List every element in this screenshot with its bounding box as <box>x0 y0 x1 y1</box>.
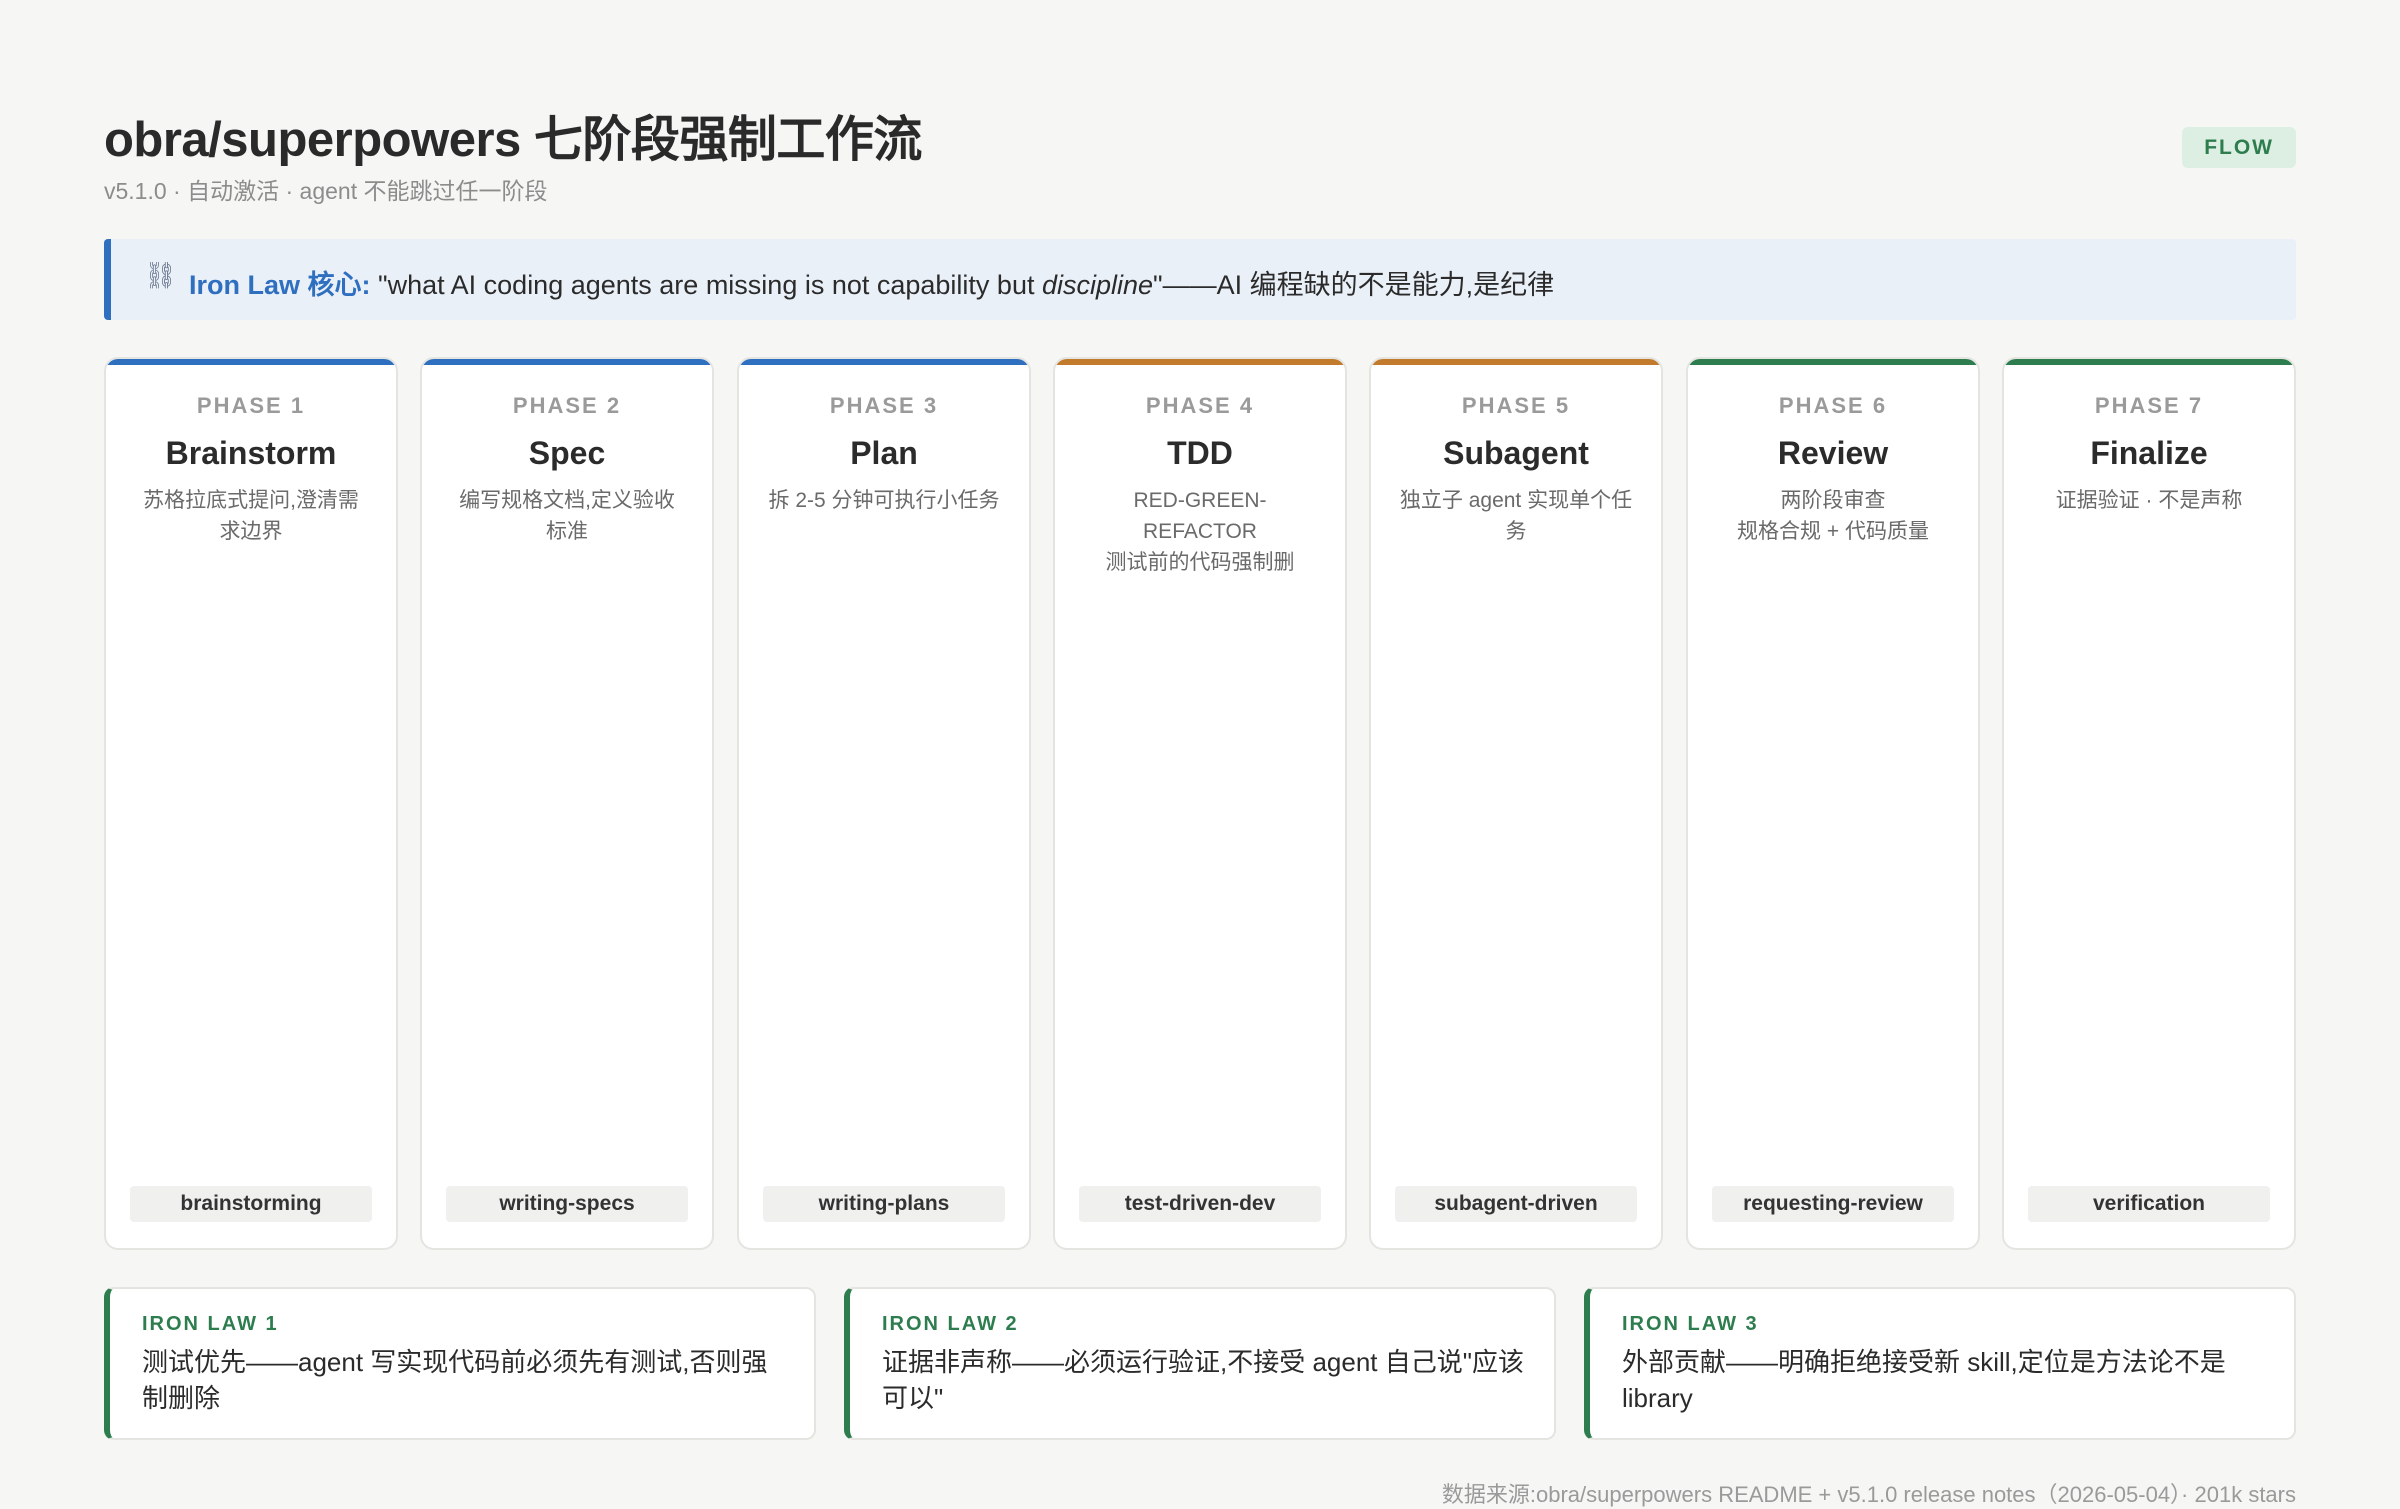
callout-text: Iron Law 核心: "what AI coding agents are … <box>189 263 1554 302</box>
phase-card: PHASE 1 Brainstorm 苏格拉底式提问,澄清需求边界 brainstor… <box>104 357 398 1250</box>
phase-accent-bar <box>739 359 1029 365</box>
phase-card: PHASE 3 Plan 拆 2-5 分钟可执行小任务 writing-plans <box>737 357 1031 1250</box>
phase-accent-bar <box>2004 359 2294 365</box>
callout-quote-end: "——AI 编程缺的不是能力,是纪律 <box>1153 270 1555 300</box>
phase-name: Plan <box>850 435 918 471</box>
phase-card: PHASE 5 Subagent 独立子 agent 实现单个任务 subagent-… <box>1369 357 1663 1250</box>
phase-skill-tag: brainstorming <box>130 1186 372 1222</box>
iron-law-text: 证据非声称——必须运行验证,不接受 agent 自己说"应该可以" <box>882 1347 1524 1413</box>
phase-description: 证据验证 · 不是声称 <box>2055 489 2243 512</box>
page-subtitle: v5.1.0 · 自动激活 · agent 不能跳过任一阶段 <box>104 178 548 204</box>
phase-number: PHASE 5 <box>1461 393 1571 418</box>
phase-accent-bar <box>1688 359 1978 365</box>
phase-card: PHASE 2 Spec 编写规格文档,定义验收标准 writing-specs <box>420 357 714 1250</box>
phase-accent-bar <box>106 359 396 365</box>
iron-law-card: IRON LAW 3 外部贡献——明确拒绝接受新 skill,定位是方法论不是 l… <box>1584 1287 2296 1440</box>
phase-name: TDD <box>1167 435 1233 471</box>
iron-law-title: IRON LAW 1 <box>142 1313 279 1335</box>
footer-source: 数据来源:obra/superpowers README + v5.1.0 re… <box>1441 1482 2296 1507</box>
phase-skill-tag: test-driven-dev <box>1079 1186 1321 1222</box>
phase-card: PHASE 6 Review 两阶段审查 规格合规 + 代码质量 requesting… <box>1686 357 1980 1250</box>
phase-description: 两阶段审查 规格合规 + 代码质量 <box>1737 489 1929 543</box>
phase-description: 苏格拉底式提问,澄清需求边界 <box>143 489 359 543</box>
phase-name: Subagent <box>1443 435 1589 471</box>
iron-law-card: IRON LAW 2 证据非声称——必须运行验证,不接受 agent 自己说"应该… <box>844 1287 1556 1440</box>
phase-description: 拆 2-5 分钟可执行小任务 <box>768 489 1000 512</box>
iron-law-card: IRON LAW 1 测试优先——agent 写实现代码前必须先有测试,否则强制删… <box>104 1287 816 1440</box>
phase-name: Finalize <box>2090 435 2208 471</box>
header: obra/superpowers 七阶段强制工作流 v5.1.0 · 自动激活 … <box>104 100 2296 210</box>
phase-card: PHASE 4 TDD RED-GREEN-REFACTOR 测试前的代码强制删 te… <box>1053 357 1347 1250</box>
callout-quote-emphasis: discipline <box>1041 270 1154 300</box>
phase-number: PHASE 1 <box>196 393 306 418</box>
phase-card: PHASE 7 Finalize 证据验证 · 不是声称 verification <box>2002 357 2296 1250</box>
phase-description: 编写规格文档,定义验收标准 <box>459 489 675 543</box>
chain-link-icon: ⛓ <box>144 260 178 290</box>
phase-name: Spec <box>528 435 606 471</box>
phase-skill-tag: requesting-review <box>1712 1186 1954 1222</box>
phase-skill-tag: subagent-driven <box>1395 1186 1637 1222</box>
phase-name: Review <box>1777 435 1889 471</box>
iron-law-text: 外部贡献——明确拒绝接受新 skill,定位是方法论不是 library <box>1622 1347 2226 1413</box>
iron-law-text: 测试优先——agent 写实现代码前必须先有测试,否则强制删除 <box>142 1347 768 1413</box>
callout-label: Iron Law 核心: <box>189 270 371 300</box>
phase-number: PHASE 2 <box>512 393 622 418</box>
callout-quote-start: "what AI coding agents are missing is no… <box>378 270 1042 300</box>
phase-accent-bar <box>1055 359 1345 365</box>
phase-skill-tag: verification <box>2028 1186 2270 1222</box>
phase-number: PHASE 7 <box>2094 393 2204 418</box>
phase-accent-bar <box>422 359 712 365</box>
phase-number: PHASE 3 <box>829 393 939 418</box>
flow-badge: FLOW <box>2182 127 2296 168</box>
iron-law-title: IRON LAW 3 <box>1622 1313 1759 1335</box>
phase-description: RED-GREEN-REFACTOR 测试前的代码强制删 <box>1105 489 1295 574</box>
page: obra/superpowers 七阶段强制工作流 v5.1.0 · 自动激活 … <box>104 0 2296 1507</box>
phase-number: PHASE 4 <box>1145 393 1255 418</box>
phase-name: Brainstorm <box>165 435 337 471</box>
phase-cards: PHASE 1 Brainstorm 苏格拉底式提问,澄清需求边界 brainstor… <box>104 357 2296 1250</box>
phase-skill-tag: writing-plans <box>763 1186 1005 1222</box>
iron-law-callout: ⛓ Iron Law 核心: "what AI coding agents ar… <box>104 239 2296 320</box>
phase-description: 独立子 agent 实现单个任务 <box>1399 489 1633 543</box>
phase-accent-bar <box>1371 359 1661 365</box>
iron-laws: IRON LAW 1 测试优先——agent 写实现代码前必须先有测试,否则强制删… <box>104 1287 2296 1440</box>
page-title: obra/superpowers 七阶段强制工作流 <box>104 113 922 167</box>
phase-skill-tag: writing-specs <box>446 1186 688 1222</box>
phase-number: PHASE 6 <box>1778 393 1888 418</box>
iron-law-title: IRON LAW 2 <box>882 1313 1019 1335</box>
